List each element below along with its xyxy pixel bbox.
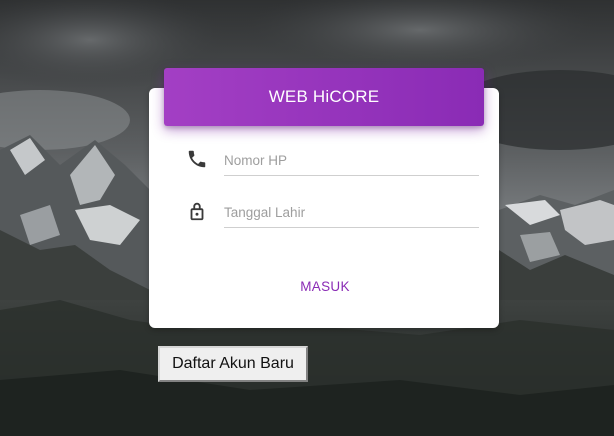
phone-input[interactable] bbox=[224, 146, 479, 176]
birthdate-field-row bbox=[184, 198, 480, 232]
phone-icon bbox=[184, 146, 210, 172]
login-card-header: WEB HiCORE bbox=[164, 68, 484, 126]
lock-icon bbox=[184, 198, 210, 224]
birthdate-input[interactable] bbox=[224, 198, 479, 228]
phone-field-row bbox=[184, 146, 480, 180]
login-page: WEB HiCORE MASUK Daftar Akun Baru bbox=[0, 0, 614, 436]
masuk-button[interactable]: MASUK bbox=[280, 274, 370, 298]
app-title: WEB HiCORE bbox=[268, 87, 380, 106]
register-button[interactable]: Daftar Akun Baru bbox=[158, 346, 308, 382]
